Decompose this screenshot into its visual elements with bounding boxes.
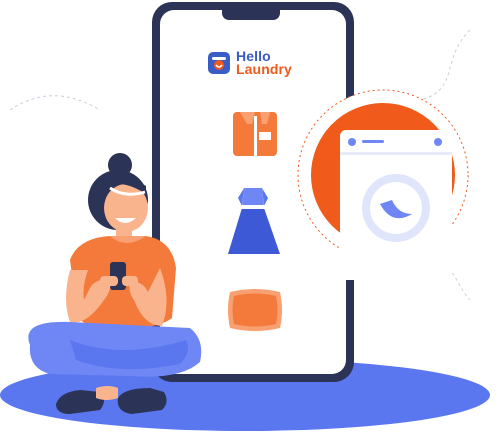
shirt-icon	[233, 112, 277, 156]
pillow-icon	[228, 289, 282, 331]
brand-logo: Hello Laundry	[208, 45, 328, 81]
washing-basket-icon	[208, 52, 230, 74]
brand-wordmark: Hello Laundry	[236, 49, 292, 77]
laundry-illustration: Hello Laundry	[0, 0, 501, 437]
brand-name-laundry: Laundry	[236, 61, 292, 77]
